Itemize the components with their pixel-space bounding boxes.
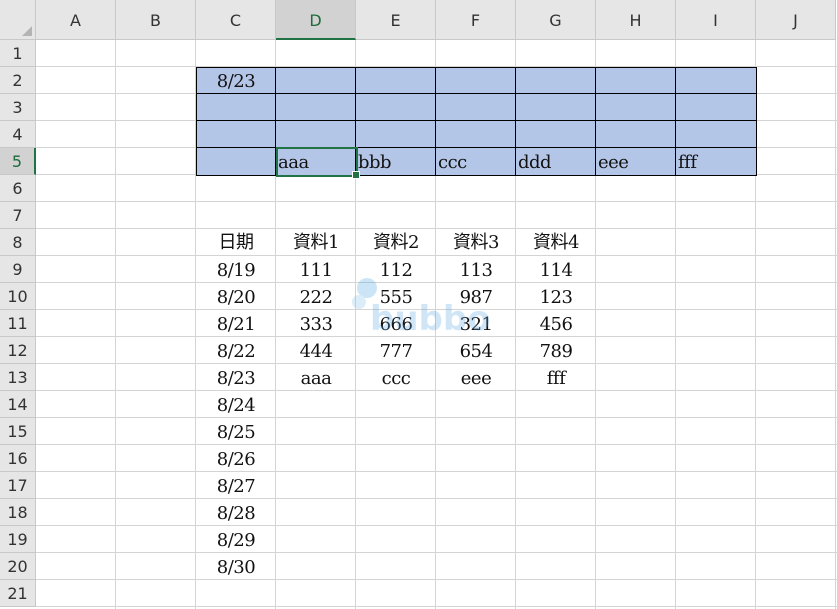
column-header-h[interactable]: H — [596, 0, 676, 40]
row-header-20[interactable]: 20 — [0, 553, 36, 580]
row-header-5[interactable]: 5 — [0, 148, 36, 175]
select-all-corner[interactable] — [0, 0, 36, 40]
row-header-10[interactable]: 10 — [0, 283, 36, 310]
cell-c18[interactable]: 8/28 — [196, 499, 276, 526]
column-header-d[interactable]: D — [276, 0, 356, 40]
column-header-e[interactable]: E — [356, 0, 436, 40]
cell-c13[interactable]: 8/23 — [196, 364, 276, 391]
column-header-c[interactable]: C — [196, 0, 276, 40]
column-header-i[interactable]: I — [676, 0, 756, 40]
row-header-15[interactable]: 15 — [0, 418, 36, 445]
cell-g5[interactable]: ddd — [516, 148, 596, 175]
column-header-g[interactable]: G — [516, 0, 596, 40]
cell-c15[interactable]: 8/25 — [196, 418, 276, 445]
cell-e13[interactable]: ccc — [356, 364, 436, 391]
cell-d9[interactable]: 111 — [276, 256, 356, 283]
cell-c9[interactable]: 8/19 — [196, 256, 276, 283]
cell-f12[interactable]: 654 — [436, 337, 516, 364]
row-header-16[interactable]: 16 — [0, 445, 36, 472]
cell-c8[interactable]: 日期 — [196, 229, 276, 256]
cell-c17[interactable]: 8/27 — [196, 472, 276, 499]
cell-g9[interactable]: 114 — [516, 256, 596, 283]
cell-d8[interactable]: 資料1 — [276, 229, 356, 256]
row-header-3[interactable]: 3 — [0, 94, 36, 121]
cell-f8[interactable]: 資料3 — [436, 229, 516, 256]
cell-c14[interactable]: 8/24 — [196, 391, 276, 418]
cell-c16[interactable]: 8/26 — [196, 445, 276, 472]
column-header-j[interactable]: J — [756, 0, 836, 40]
row-header-1[interactable]: 1 — [0, 40, 36, 67]
row-header-13[interactable]: 13 — [0, 364, 36, 391]
cell-f5[interactable]: ccc — [436, 148, 516, 175]
row-header-9[interactable]: 9 — [0, 256, 36, 283]
cell-d11[interactable]: 333 — [276, 310, 356, 337]
column-header-f[interactable]: F — [436, 0, 516, 40]
cell-g10[interactable]: 123 — [516, 283, 596, 310]
row-header-6[interactable]: 6 — [0, 175, 36, 202]
cell-i5[interactable]: fff — [676, 148, 756, 175]
cell-e8[interactable]: 資料2 — [356, 229, 436, 256]
row-header-18[interactable]: 18 — [0, 499, 36, 526]
row-header-14[interactable]: 14 — [0, 391, 36, 418]
fill-handle[interactable] — [352, 171, 360, 179]
cell-c11[interactable]: 8/21 — [196, 310, 276, 337]
row-header-21[interactable]: 21 — [0, 580, 36, 607]
cell-c19[interactable]: 8/29 — [196, 526, 276, 553]
row-header-17[interactable]: 17 — [0, 472, 36, 499]
cell-d13[interactable]: aaa — [276, 364, 356, 391]
row-header-12[interactable]: 12 — [0, 337, 36, 364]
watermark-text: bubbo — [370, 299, 491, 338]
cell-e5[interactable]: bbb — [356, 148, 436, 175]
cell-h5[interactable]: eee — [596, 148, 676, 175]
cell-f13[interactable]: eee — [436, 364, 516, 391]
cell-g11[interactable]: 456 — [516, 310, 596, 337]
cell-e12[interactable]: 777 — [356, 337, 436, 364]
cell-c12[interactable]: 8/22 — [196, 337, 276, 364]
cell-d12[interactable]: 444 — [276, 337, 356, 364]
column-header-b[interactable]: B — [116, 0, 196, 40]
row-header-11[interactable]: 11 — [0, 310, 36, 337]
cell-c2[interactable]: 8/23 — [196, 67, 276, 94]
watermark-logo: bubbo — [345, 268, 495, 338]
row-header-19[interactable]: 19 — [0, 526, 36, 553]
cell-c10[interactable]: 8/20 — [196, 283, 276, 310]
row-header-2[interactable]: 2 — [0, 67, 36, 94]
row-header-7[interactable]: 7 — [0, 202, 36, 229]
row-header-4[interactable]: 4 — [0, 121, 36, 148]
cell-d10[interactable]: 222 — [276, 283, 356, 310]
select-all-triangle — [22, 26, 32, 36]
column-header-a[interactable]: A — [36, 0, 116, 40]
row-header-8[interactable]: 8 — [0, 229, 36, 256]
cell-g8[interactable]: 資料4 — [516, 229, 596, 256]
active-cell-d5[interactable] — [276, 147, 358, 177]
cell-c20[interactable]: 8/30 — [196, 553, 276, 580]
cell-g12[interactable]: 789 — [516, 337, 596, 364]
cell-g13[interactable]: fff — [516, 364, 596, 391]
spreadsheet-grid[interactable]: 8/23aaabbbcccdddeeefff日期資料1資料2資料3資料48/19… — [0, 0, 837, 609]
